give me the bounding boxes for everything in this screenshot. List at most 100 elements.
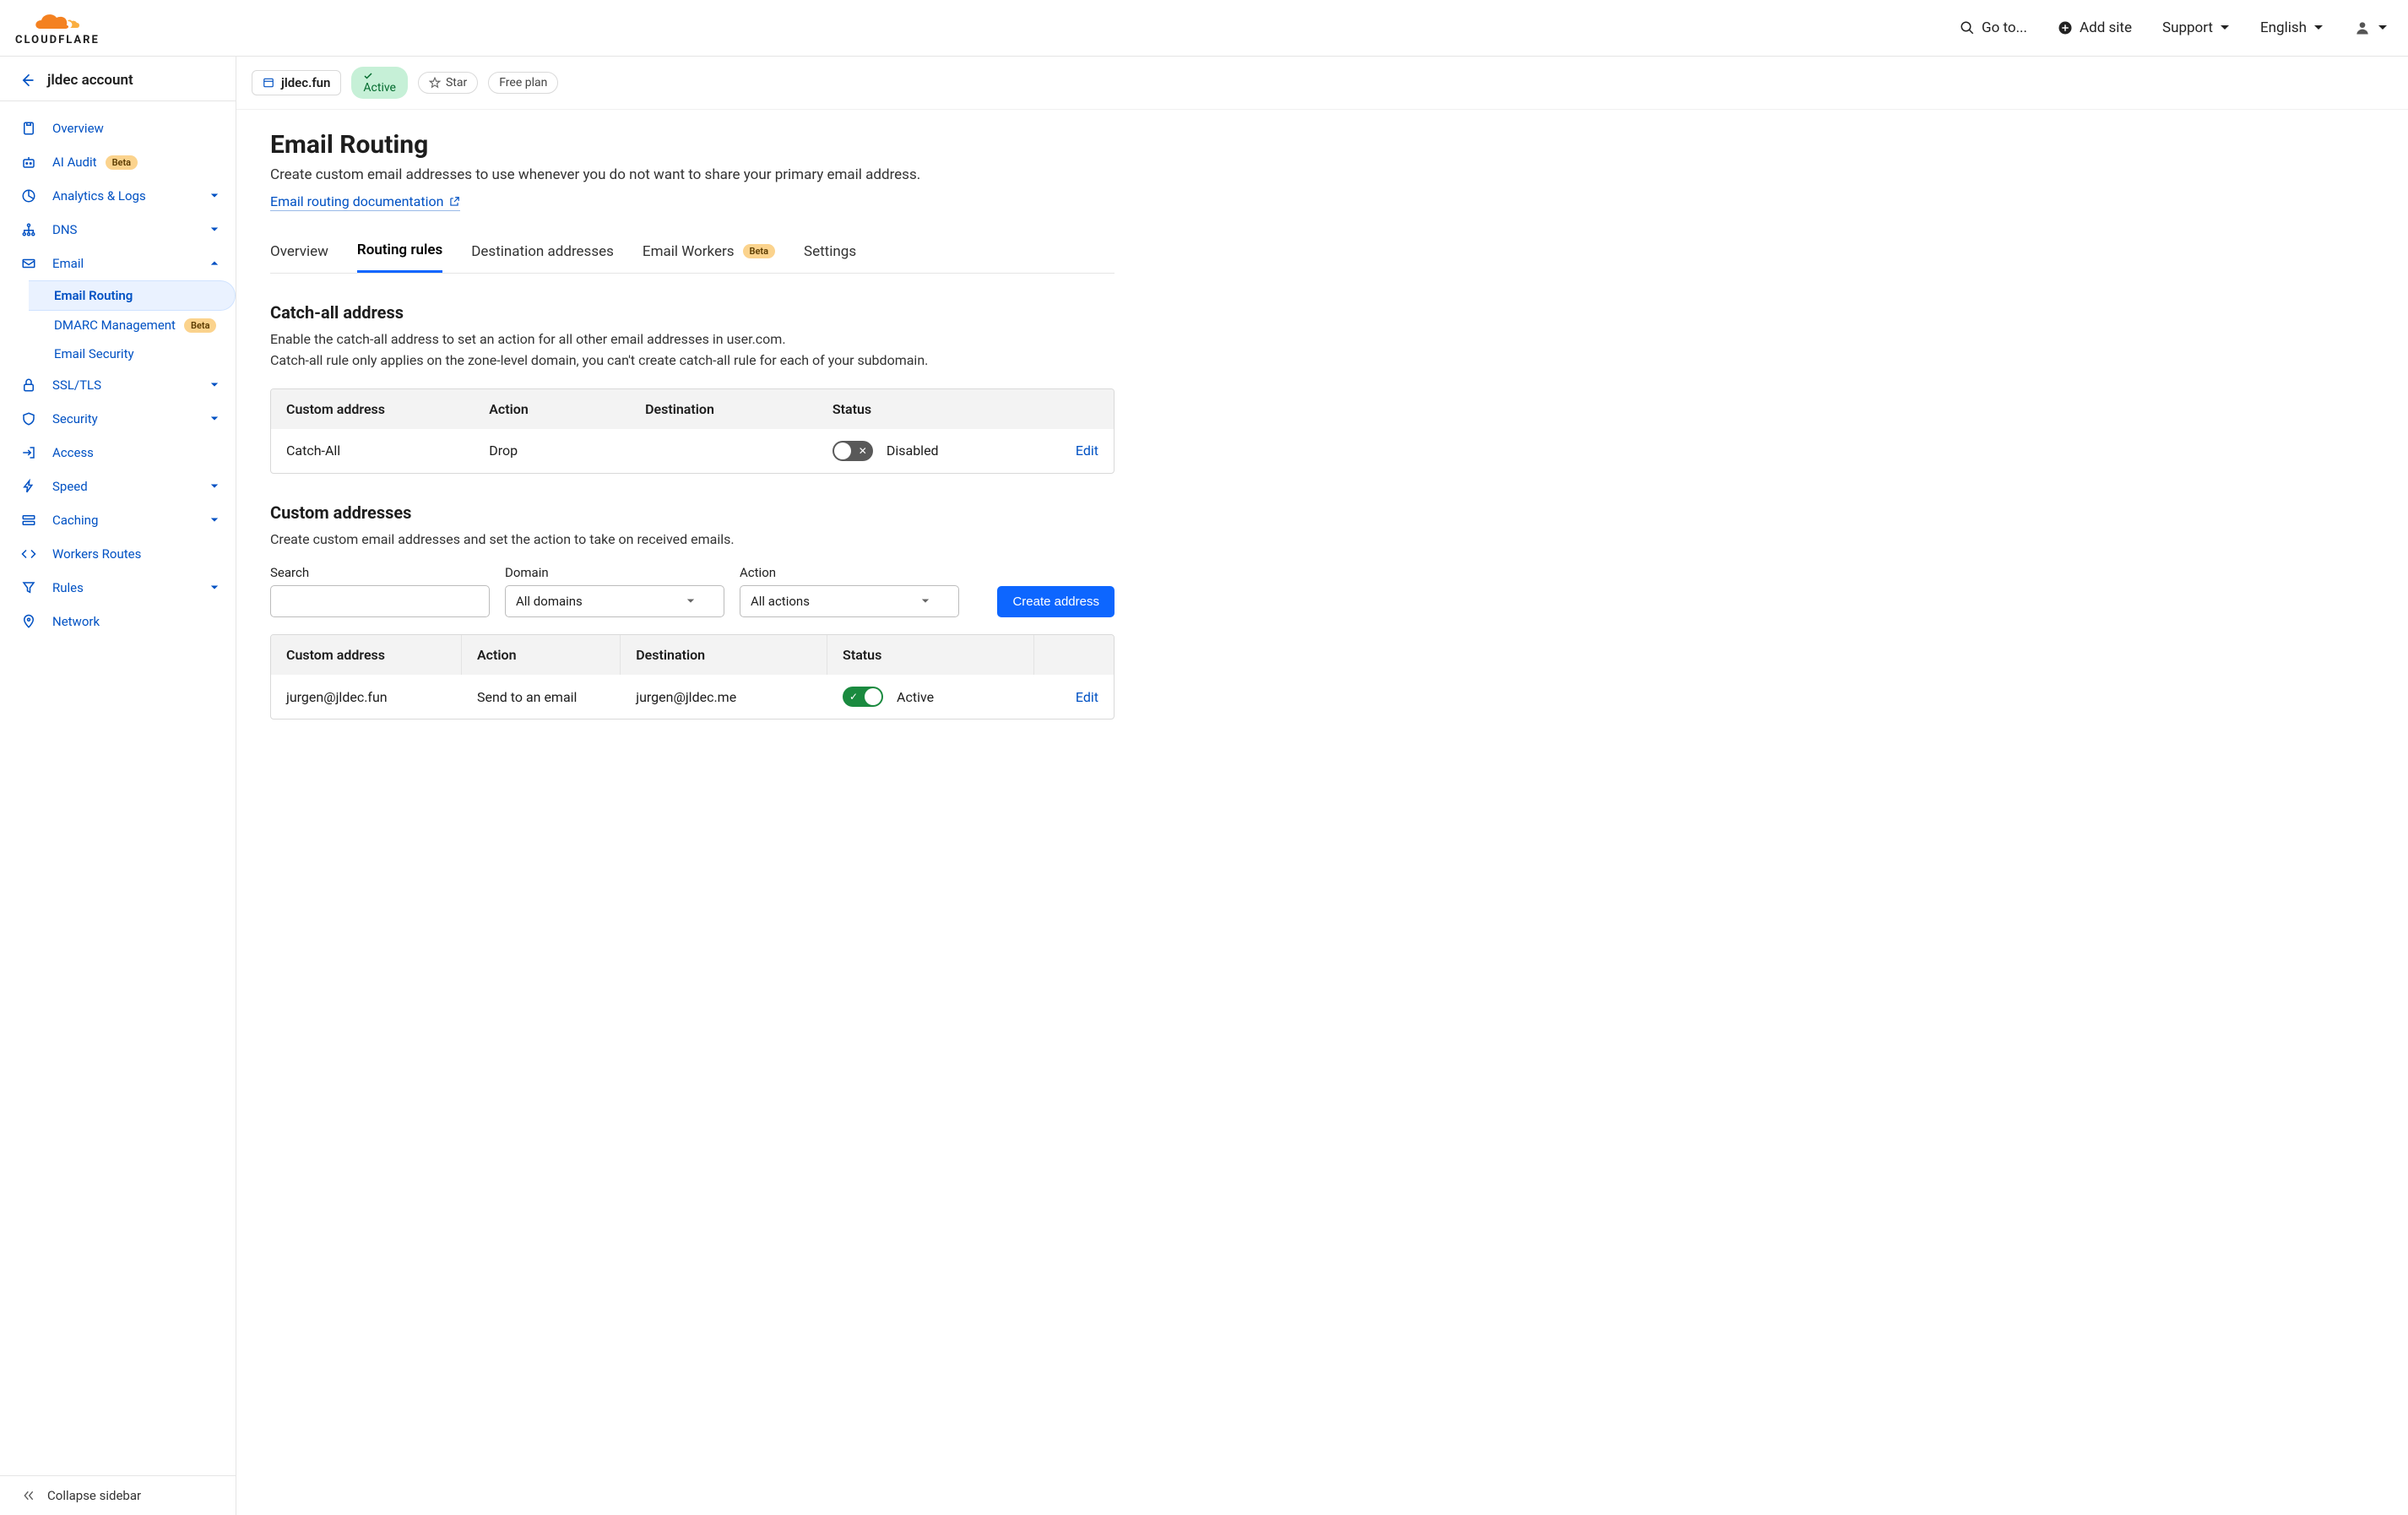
main: jldec.fun Active Star Free plan Email Ro… bbox=[236, 57, 2408, 1515]
sidebar-item-analytics[interactable]: Analytics & Logs bbox=[0, 179, 236, 213]
cell-status: ✕ Disabled bbox=[817, 429, 1036, 473]
sidebar-item-workers-routes[interactable]: Workers Routes bbox=[0, 537, 236, 571]
tab-destination-addresses[interactable]: Destination addresses bbox=[471, 233, 614, 273]
search-input[interactable] bbox=[270, 585, 490, 617]
user-icon bbox=[2354, 19, 2371, 36]
tab-settings[interactable]: Settings bbox=[804, 233, 856, 273]
catchall-desc: Enable the catch-all address to set an a… bbox=[270, 329, 1115, 372]
sidebar-item-label: Email Routing bbox=[54, 288, 133, 303]
catchall-table: Custom address Action Destination Status… bbox=[270, 388, 1115, 474]
star-button[interactable]: Star bbox=[418, 72, 478, 94]
domain-label: Domain bbox=[505, 565, 724, 580]
domain-select[interactable]: All domains bbox=[505, 585, 724, 617]
topnav: Go to... Add site Support English bbox=[1960, 19, 2388, 36]
col-status: Status bbox=[817, 389, 1036, 429]
sidebar-item-label: Speed bbox=[52, 479, 88, 494]
user-menu[interactable] bbox=[2354, 19, 2388, 36]
sidebar-item-rules[interactable]: Rules bbox=[0, 571, 236, 605]
caret-up-icon bbox=[210, 259, 219, 268]
sidebar-item-dmarc[interactable]: DMARC Management Beta bbox=[54, 311, 236, 339]
sidebar-item-access[interactable]: Access bbox=[0, 436, 236, 470]
status-toggle[interactable]: ✓ bbox=[843, 687, 883, 707]
create-address-button[interactable]: Create address bbox=[997, 586, 1115, 617]
action-label: Action bbox=[740, 565, 959, 580]
star-label: Star bbox=[446, 76, 467, 90]
custom-heading: Custom addresses bbox=[270, 502, 1115, 523]
domain-name: jldec.fun bbox=[281, 75, 330, 90]
cell-action: Send to an email bbox=[462, 677, 621, 717]
sidebar-item-label: Caching bbox=[52, 513, 98, 528]
edit-link[interactable]: Edit bbox=[1034, 677, 1114, 717]
language-menu[interactable]: English bbox=[2260, 19, 2324, 36]
cell-address: Catch-All bbox=[271, 431, 474, 470]
domain-value: All domains bbox=[516, 594, 583, 609]
sidebar-item-network[interactable]: Network bbox=[0, 605, 236, 638]
sidebar-item-speed[interactable]: Speed bbox=[0, 470, 236, 503]
caret-down-icon bbox=[210, 381, 219, 389]
pie-chart-icon bbox=[20, 187, 37, 204]
tab-overview[interactable]: Overview bbox=[270, 233, 328, 273]
sidebar-item-ssltls[interactable]: SSL/TLS bbox=[0, 368, 236, 402]
sidebar-item-label: Rules bbox=[52, 580, 84, 595]
exit-icon bbox=[20, 444, 37, 461]
sidebar: jldec account Overview AI Audit Beta Ana… bbox=[0, 57, 236, 1515]
sidebar-nav: Overview AI Audit Beta Analytics & Logs … bbox=[0, 101, 236, 1475]
cell-status: ✓ Active bbox=[827, 675, 1034, 719]
topbar: CLOUDFLARE Go to... Add site Support Eng… bbox=[0, 0, 2408, 57]
sidebar-item-caching[interactable]: Caching bbox=[0, 503, 236, 537]
custom-desc: Create custom email addresses and set th… bbox=[270, 529, 1115, 551]
collapse-label: Collapse sidebar bbox=[47, 1488, 141, 1503]
sidebar-item-ai-audit[interactable]: AI Audit Beta bbox=[0, 145, 236, 179]
lock-icon bbox=[20, 377, 37, 394]
domain-strip: jldec.fun Active Star Free plan bbox=[236, 57, 2408, 110]
sidebar-item-overview[interactable]: Overview bbox=[0, 111, 236, 145]
collapse-sidebar-button[interactable]: Collapse sidebar bbox=[0, 1475, 236, 1515]
documentation-link[interactable]: Email routing documentation bbox=[270, 193, 460, 211]
sidebar-item-label: Network bbox=[52, 614, 100, 629]
domain-chip[interactable]: jldec.fun bbox=[252, 70, 341, 95]
back-arrow-icon[interactable] bbox=[19, 72, 35, 89]
content: Email Routing Create custom email addres… bbox=[236, 110, 1148, 753]
tab-email-workers[interactable]: Email Workers Beta bbox=[643, 233, 775, 273]
sidebar-item-dns[interactable]: DNS bbox=[0, 213, 236, 247]
sidebar-item-email-security[interactable]: Email Security bbox=[54, 339, 236, 368]
edit-link[interactable]: Edit bbox=[1036, 431, 1114, 470]
table-header: Custom address Action Destination Status bbox=[271, 635, 1114, 675]
account-name[interactable]: jldec account bbox=[47, 72, 133, 89]
caret-down-icon bbox=[210, 225, 219, 234]
support-menu[interactable]: Support bbox=[2162, 19, 2230, 36]
sidebar-item-label: AI Audit bbox=[52, 155, 97, 170]
cell-action: Drop bbox=[474, 431, 630, 470]
status-toggle[interactable]: ✕ bbox=[832, 441, 873, 461]
action-select[interactable]: All actions bbox=[740, 585, 959, 617]
col-action: Action bbox=[462, 635, 621, 675]
x-icon: ✕ bbox=[859, 445, 867, 457]
domain-filter: Domain All domains bbox=[505, 565, 724, 617]
sidebar-item-security[interactable]: Security bbox=[0, 402, 236, 436]
cloudflare-logo[interactable]: CLOUDFLARE bbox=[15, 10, 100, 46]
catchall-section: Catch-all address Enable the catch-all a… bbox=[270, 302, 1115, 474]
cell-destination: jurgen@jldec.me bbox=[621, 677, 827, 717]
search-icon bbox=[1960, 20, 1975, 35]
logo-text: CLOUDFLARE bbox=[15, 34, 100, 46]
action-value: All actions bbox=[751, 594, 810, 609]
page-title: Email Routing bbox=[270, 130, 1115, 160]
tab-label: Destination addresses bbox=[471, 243, 614, 260]
status-label: Disabled bbox=[887, 443, 939, 459]
network-icon bbox=[20, 221, 37, 238]
caret-down-icon bbox=[921, 597, 930, 605]
col-custom-address: Custom address bbox=[271, 635, 462, 675]
external-link-icon bbox=[448, 196, 460, 208]
sidebar-item-label: Access bbox=[52, 445, 94, 460]
goto-search[interactable]: Go to... bbox=[1960, 19, 2027, 36]
sidebar-item-email[interactable]: Email bbox=[0, 247, 236, 280]
cloud-icon bbox=[28, 10, 87, 32]
plan-chip[interactable]: Free plan bbox=[488, 72, 558, 94]
table-row: Catch-All Drop ✕ Disabled Edit bbox=[271, 429, 1114, 473]
tab-routing-rules[interactable]: Routing rules bbox=[357, 233, 442, 273]
col-destination: Destination bbox=[630, 389, 817, 429]
sidebar-item-label: DNS bbox=[52, 222, 77, 237]
sidebar-item-email-routing[interactable]: Email Routing bbox=[29, 280, 236, 311]
search-label: Search bbox=[270, 565, 490, 580]
add-site-button[interactable]: Add site bbox=[2058, 19, 2132, 36]
